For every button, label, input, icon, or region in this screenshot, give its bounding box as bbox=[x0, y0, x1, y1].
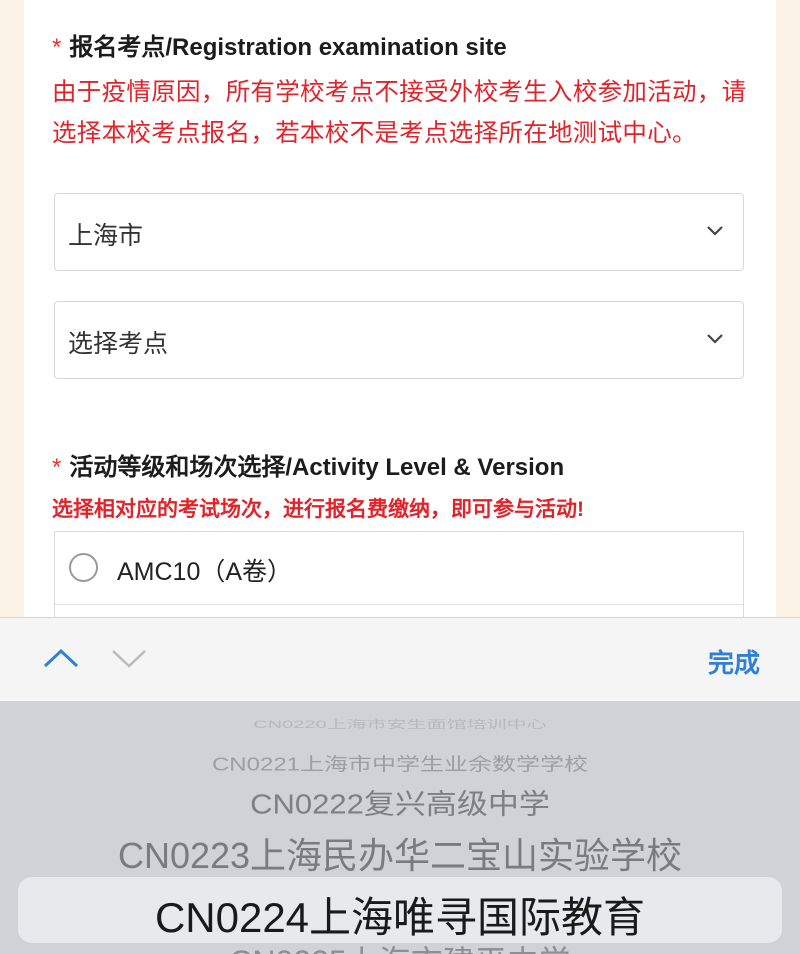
radio-button[interactable] bbox=[69, 553, 98, 582]
question-title-text: 活动等级和场次选择/Activity Level & Version bbox=[69, 454, 565, 481]
picker-item-selected[interactable]: CN0224上海唯寻国际教育 bbox=[0, 884, 800, 945]
picker-item[interactable]: CN0220上海市安生面馆培训中心 bbox=[0, 716, 800, 732]
city-select-value: 上海市 bbox=[68, 222, 144, 250]
picker-item[interactable]: CN0222复兴高级中学 bbox=[0, 781, 800, 822]
chevron-up-icon[interactable] bbox=[42, 646, 80, 670]
picker-item[interactable]: CN0221上海市中学生业余数学学校 bbox=[0, 749, 800, 775]
city-select[interactable]: 上海市 bbox=[54, 193, 744, 271]
done-button[interactable]: 完成 bbox=[708, 643, 760, 680]
required-mark: * bbox=[52, 34, 62, 61]
site-notice: 由于疫情原因，所有学校考点不接受外校考生入校参加活动，请选择本校考点报名，若本校… bbox=[52, 79, 747, 147]
required-mark: * bbox=[52, 454, 62, 481]
site-picker-wheel[interactable]: CN0220上海市安生面馆培训中心 CN0221上海市中学生业余数学学校 CN0… bbox=[0, 701, 800, 954]
chevron-down-icon bbox=[707, 226, 723, 236]
level-option-label: AMC10（A卷） bbox=[117, 558, 293, 586]
question-title-site: * 报名考点/Registration examination site bbox=[52, 27, 507, 62]
chevron-down-icon[interactable] bbox=[110, 646, 148, 670]
question-title-level: * 活动等级和场次选择/Activity Level & Version bbox=[52, 447, 564, 482]
site-select-value: 选择考点 bbox=[68, 330, 169, 358]
keyboard-toolbar: 完成 bbox=[0, 617, 800, 702]
question-title-text: 报名考点/Registration examination site bbox=[69, 34, 507, 61]
picker-item[interactable]: CN0223上海民办华二宝山实验学校 bbox=[0, 827, 800, 879]
level-option[interactable]: AMC10（A卷） bbox=[55, 532, 743, 605]
level-notice: 选择相对应的考试场次，进行报名费缴纳，即可参与活动! bbox=[52, 498, 584, 521]
site-select[interactable]: 选择考点 bbox=[54, 301, 744, 379]
chevron-down-icon bbox=[707, 334, 723, 344]
picker-item[interactable]: CN0225上海市建平中学 bbox=[0, 937, 800, 954]
